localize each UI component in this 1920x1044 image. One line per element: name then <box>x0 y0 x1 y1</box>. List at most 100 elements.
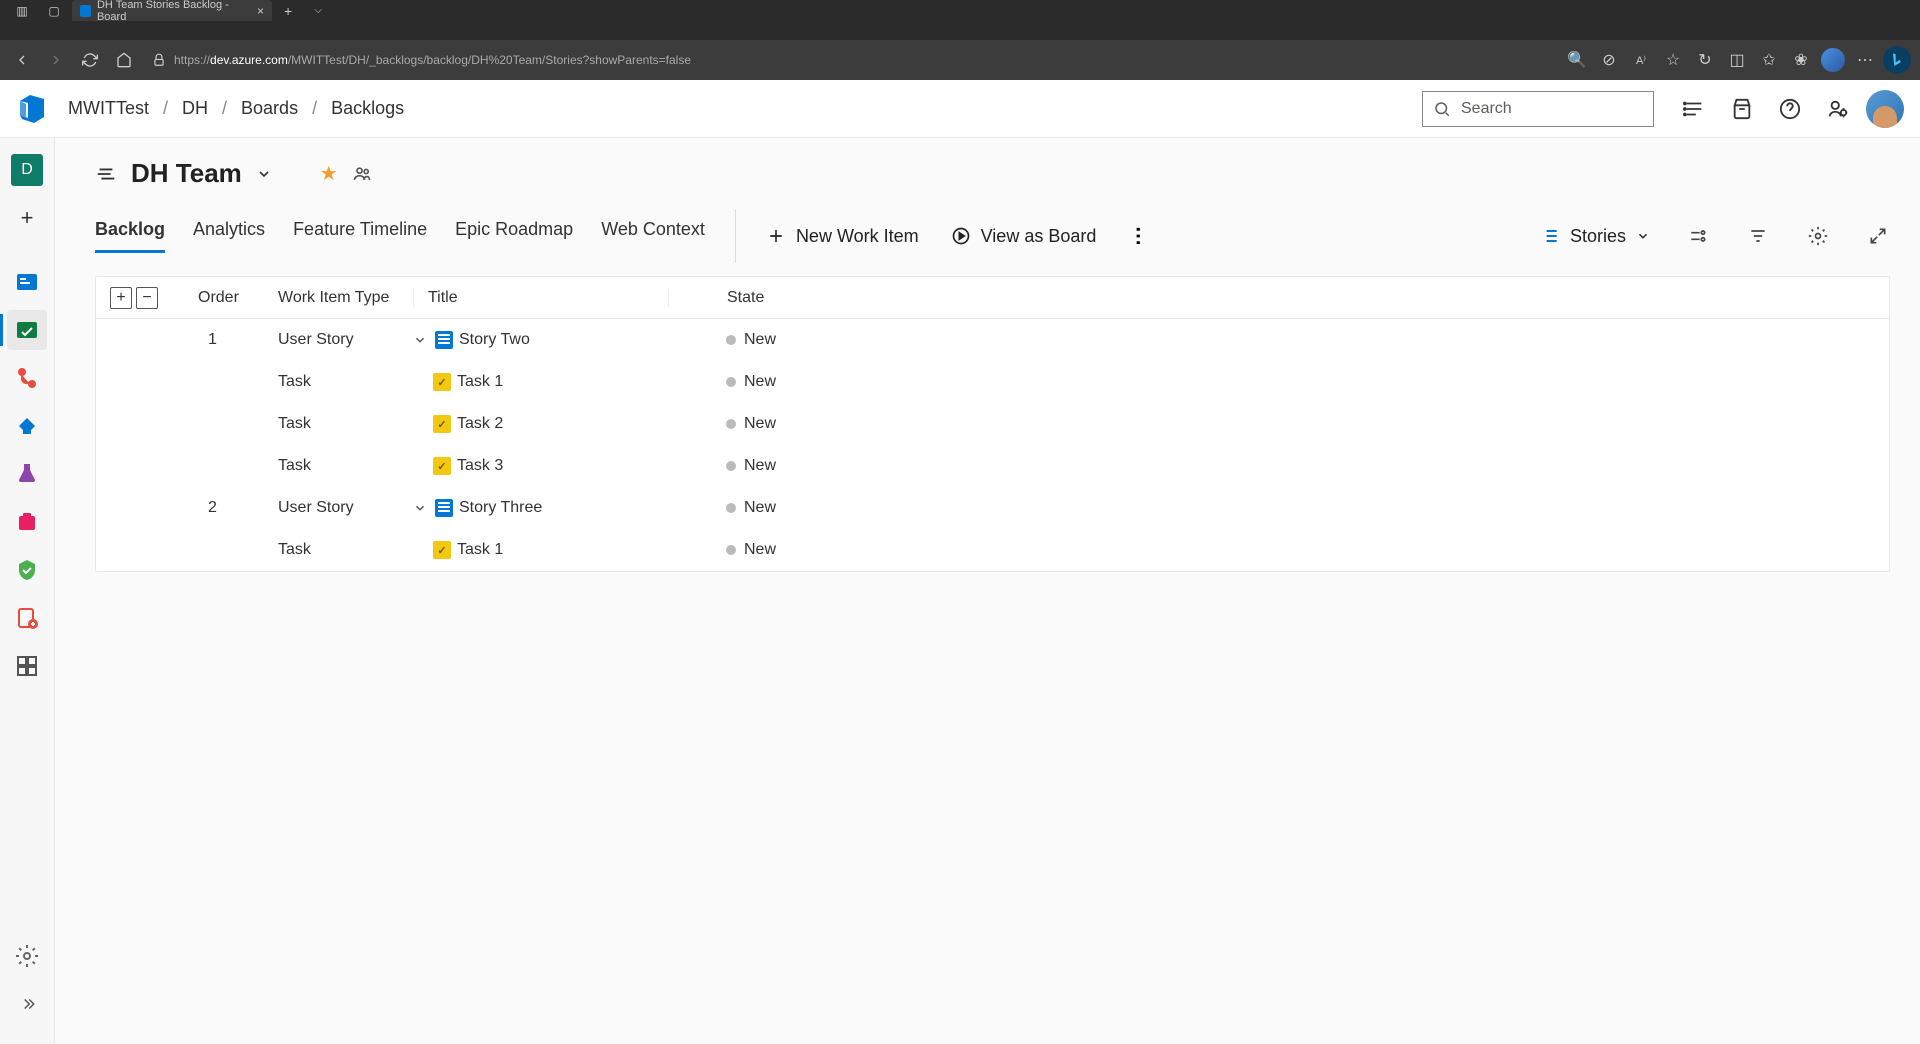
address-bar[interactable]: https://dev.azure.com/MWITTest/DH/_backl… <box>144 53 1556 67</box>
chevron-down-icon[interactable] <box>256 166 272 182</box>
team-members-icon[interactable] <box>352 164 372 184</box>
help-icon[interactable] <box>1770 89 1810 129</box>
column-header-type[interactable]: Work Item Type <box>278 289 413 307</box>
tab-chevron-icon[interactable]: ⌵ <box>304 0 332 25</box>
breadcrumb-org[interactable]: MWITTest <box>68 98 149 119</box>
rail-repos-icon[interactable] <box>7 358 47 398</box>
table-row[interactable]: 1User StoryStory TwoNew <box>96 319 1889 361</box>
work-item-title: Story Three <box>459 499 542 517</box>
rail-project-badge[interactable]: D <box>7 150 47 190</box>
cell-order: 2 <box>198 499 278 517</box>
cell-state: New <box>668 541 776 559</box>
rail-overview-icon[interactable] <box>7 262 47 302</box>
cell-title[interactable]: Task 1 <box>413 541 668 559</box>
close-tab-icon[interactable]: × <box>257 4 264 18</box>
refresh-button[interactable] <box>76 46 104 74</box>
user-settings-icon[interactable] <box>1818 89 1858 129</box>
cell-title[interactable]: Story Two <box>413 331 668 349</box>
rail-artifacts-icon[interactable] <box>7 502 47 542</box>
breadcrumb-project[interactable]: DH <box>182 98 208 119</box>
azure-devops-logo[interactable] <box>16 93 48 125</box>
tab-epic-roadmap[interactable]: Epic Roadmap <box>455 219 573 253</box>
table-row[interactable]: TaskTask 1New <box>96 361 1889 403</box>
sync-icon[interactable]: ↻ <box>1690 46 1720 74</box>
content-area: DH Team ★ Backlog Analytics Feature Time… <box>55 138 1920 1044</box>
chevron-down-icon[interactable] <box>413 333 427 347</box>
user-avatar[interactable] <box>1866 90 1904 128</box>
team-name[interactable]: DH Team <box>131 158 242 189</box>
cell-title[interactable]: Story Three <box>413 499 668 517</box>
tab-feature-timeline[interactable]: Feature Timeline <box>293 219 427 253</box>
tab-analytics[interactable]: Analytics <box>193 219 265 253</box>
column-header-state[interactable]: State <box>668 289 764 307</box>
tab-actions-icon[interactable]: ▥ <box>8 0 36 25</box>
column-options-icon[interactable] <box>1686 224 1710 248</box>
favorite-star-icon[interactable]: ★ <box>320 161 338 186</box>
rail-wiki-icon[interactable] <box>7 598 47 638</box>
toggle-panel-icon[interactable] <box>95 163 117 185</box>
table-row[interactable]: TaskTask 2New <box>96 403 1889 445</box>
more-icon[interactable]: ⋯ <box>1850 46 1880 74</box>
cell-title[interactable]: Task 3 <box>413 457 668 475</box>
breadcrumb: MWITTest / DH / Boards / Backlogs <box>68 98 404 119</box>
rail-settings-icon[interactable] <box>7 936 47 976</box>
expand-all-button[interactable]: + <box>110 287 132 309</box>
rail-pipelines-icon[interactable] <box>7 406 47 446</box>
rail-testplans-icon[interactable] <box>7 454 47 494</box>
breadcrumb-backlogs[interactable]: Backlogs <box>331 98 404 119</box>
new-tab-button[interactable]: + <box>276 3 300 19</box>
cell-type: Task <box>278 415 413 433</box>
breadcrumb-boards[interactable]: Boards <box>241 98 298 119</box>
marketplace-icon[interactable] <box>1722 89 1762 129</box>
rail-boards-icon[interactable] <box>7 310 47 350</box>
profile-avatar[interactable] <box>1818 46 1848 74</box>
chevron-down-icon[interactable] <box>413 501 427 515</box>
table-row[interactable]: TaskTask 3New <box>96 445 1889 487</box>
filter-icon[interactable] <box>1746 224 1770 248</box>
search-input[interactable]: Search <box>1422 91 1654 127</box>
backlog-level-selector[interactable]: Stories <box>1540 226 1650 247</box>
rail-dashboards-icon[interactable] <box>7 646 47 686</box>
new-work-item-button[interactable]: New Work Item <box>766 226 919 247</box>
split-icon[interactable]: ◫ <box>1722 46 1752 74</box>
work-item-title: Task 3 <box>457 457 503 475</box>
home-button[interactable] <box>110 46 138 74</box>
cell-type: User Story <box>278 331 413 349</box>
extension-icon[interactable]: ❀ <box>1786 46 1816 74</box>
fullscreen-icon[interactable] <box>1866 224 1890 248</box>
cell-state: New <box>668 415 776 433</box>
cell-state: New <box>668 499 776 517</box>
app-header: MWITTest / DH / Boards / Backlogs Search <box>0 80 1920 138</box>
rail-new-button[interactable]: + <box>7 198 47 238</box>
rail-expand-icon[interactable] <box>7 984 47 1024</box>
rail-compliance-icon[interactable] <box>7 550 47 590</box>
collapse-all-button[interactable]: − <box>136 287 158 309</box>
tab-overview-icon[interactable]: ▢ <box>40 0 68 25</box>
favorites-bar-icon[interactable]: ✩ <box>1754 46 1784 74</box>
cell-title[interactable]: Task 1 <box>413 373 668 391</box>
read-aloud-icon[interactable]: A⁾ <box>1626 46 1656 74</box>
back-button[interactable] <box>8 46 36 74</box>
column-header-order[interactable]: Order <box>198 289 278 307</box>
forward-button[interactable] <box>42 46 70 74</box>
work-items-icon[interactable] <box>1674 89 1714 129</box>
column-header-title[interactable]: Title <box>413 289 668 307</box>
state-indicator-icon <box>726 419 736 429</box>
table-row[interactable]: 2User StoryStory ThreeNew <box>96 487 1889 529</box>
cell-title[interactable]: Task 2 <box>413 415 668 433</box>
tracking-icon[interactable]: ⊘ <box>1594 46 1624 74</box>
browser-tab[interactable]: DH Team Stories Backlog - Board × <box>72 0 272 21</box>
view-as-board-button[interactable]: View as Board <box>951 226 1097 247</box>
bing-chat-icon[interactable] <box>1882 46 1912 74</box>
favorite-icon[interactable]: ☆ <box>1658 46 1688 74</box>
zoom-icon[interactable]: 🔍 <box>1562 46 1592 74</box>
user-story-icon <box>435 331 453 349</box>
browser-titlebar: ▥ ▢ DH Team Stories Backlog - Board × + … <box>0 0 1920 40</box>
backlog-grid: + − Order Work Item Type Title State 1Us… <box>95 276 1890 572</box>
table-row[interactable]: TaskTask 1New <box>96 529 1889 571</box>
cell-state: New <box>668 457 776 475</box>
tab-backlog[interactable]: Backlog <box>95 219 165 253</box>
more-actions-button[interactable]: ⋯ <box>1126 226 1151 247</box>
tab-web-context[interactable]: Web Context <box>601 219 705 253</box>
settings-icon[interactable] <box>1806 224 1830 248</box>
